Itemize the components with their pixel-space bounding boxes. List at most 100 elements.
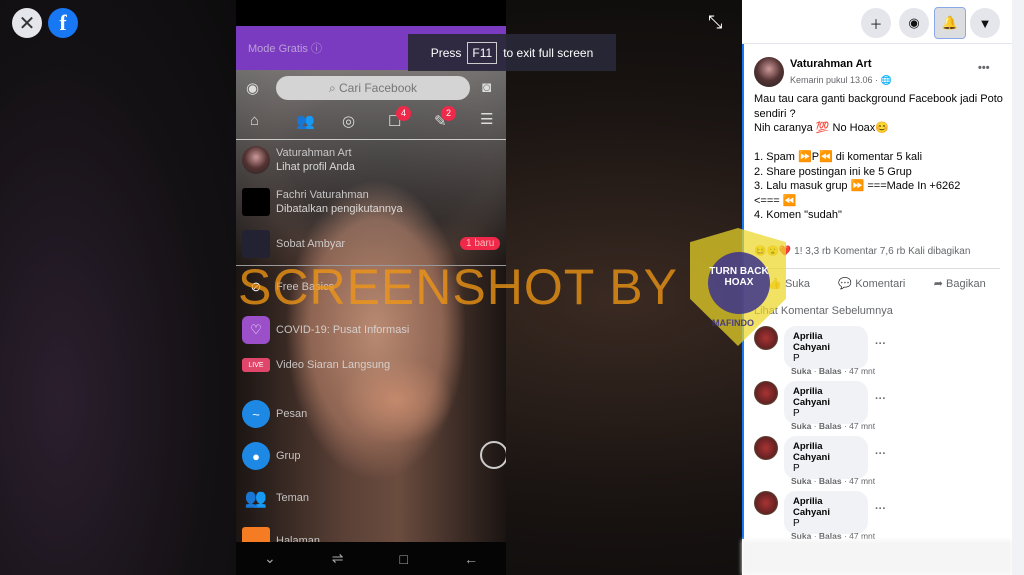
exit-fullscreen-icon[interactable]: ⤡ <box>708 12 722 33</box>
comment-text: P <box>793 408 800 419</box>
watermark-text: SCREENSHOT BY <box>238 259 678 315</box>
home-square-icon: □ <box>399 550 408 567</box>
globe-icon: 🌐 <box>880 75 892 85</box>
comment-meta: Suka · Balas · 47 mnt <box>791 476 876 486</box>
comment-bubble: Aprilia Cahyani P <box>784 436 868 479</box>
commenter-name[interactable]: Aprilia Cahyani <box>793 496 859 518</box>
post-time-text[interactable]: Kemarin pukul 13.06 · <box>790 75 878 85</box>
comment-options-icon[interactable]: ··· <box>875 393 886 405</box>
home-icon: ⌂ <box>250 112 260 129</box>
group-avatar <box>242 230 270 258</box>
divider <box>236 139 506 140</box>
author-name[interactable]: Vaturahman Art <box>790 58 872 70</box>
friends-icon: 👥 <box>296 113 315 130</box>
comment-bubble: Aprilia Cahyani P <box>784 491 868 534</box>
commenter-name[interactable]: Aprilia Cahyani <box>793 386 859 408</box>
post-line: Nih caranya 💯 No Hoax😊 <box>754 122 889 134</box>
comment-time[interactable]: 47 mnt <box>849 366 875 376</box>
comment-like[interactable]: Suka <box>791 476 811 486</box>
post-actions: 👍 Suka 💬 Komentari ➦ Bagikan <box>754 268 1000 290</box>
reaction-count[interactable]: 1! <box>794 246 802 257</box>
share-button[interactable]: ➦ Bagikan <box>934 277 986 290</box>
messenger-icon[interactable]: ◉ <box>899 8 929 38</box>
page-avatar <box>242 188 270 216</box>
plus-icon[interactable]: ＋ <box>861 8 891 38</box>
top-bar: ＋ ◉ 🔔 ▼ <box>742 0 1012 44</box>
friends-icon: 👥 <box>244 487 268 508</box>
menu-item-friends: 👥 Teman <box>242 484 309 512</box>
search-placeholder: Cari Facebook <box>339 81 418 95</box>
comment-text: P <box>793 463 800 474</box>
comment-time[interactable]: 47 mnt <box>849 421 875 431</box>
blurred-backdrop <box>0 0 236 575</box>
message-badge: 2 <box>441 106 456 121</box>
menu-item-profile: Vaturahman Art Lihat profil Anda <box>242 146 355 174</box>
comment-options-icon[interactable]: ··· <box>875 503 886 515</box>
menu-item-groups: ● Grup <box>242 442 300 470</box>
back-arrow-icon: ← <box>463 550 478 567</box>
commenter-avatar[interactable] <box>754 491 778 515</box>
turnbackhoax-seal: TURN BACK HOAX <box>708 252 770 314</box>
comment-text: P <box>793 353 800 364</box>
assistive-touch-ring <box>480 441 506 469</box>
post-time: Kemarin pukul 13.06 · 🌐 <box>790 75 892 86</box>
post-stats: 😆😮❤️ 1! 3,3 rb Komentar 7,6 rb Kali diba… <box>754 246 970 257</box>
bell-icon[interactable]: 🔔 <box>934 7 966 39</box>
comment-like[interactable]: Suka <box>791 421 811 431</box>
comment-options-icon[interactable]: ··· <box>875 448 886 460</box>
commenter-avatar[interactable] <box>754 381 778 405</box>
comment: Aprilia Cahyani P <box>754 381 868 424</box>
share-count[interactable]: 7,6 rb Kali dibagikan <box>880 246 971 257</box>
facebook-logo-icon[interactable]: f <box>48 8 78 38</box>
comment-like[interactable]: Suka <box>791 366 811 376</box>
avatar <box>242 146 270 174</box>
shield-icon: ♡ <box>242 316 270 344</box>
comment-reply[interactable]: Balas <box>819 366 842 376</box>
comment-count[interactable]: 3,3 rb Komentar <box>805 246 877 257</box>
messenger-icon: ◎ <box>342 113 356 130</box>
menu-item-fachri: Fachri Vaturahman Dibatalkan pengikutanny… <box>242 188 403 216</box>
comment-meta: Suka · Balas · 47 mnt <box>791 366 876 376</box>
search-input: ⌕ Cari Facebook <box>276 76 470 100</box>
status-text: Mode Gratis <box>248 43 308 55</box>
hint-pre: Press <box>430 45 462 60</box>
camera-icon: ◙ <box>482 79 492 96</box>
post-line: 1. Spam ⏩P⏪ di komentar 5 kali <box>754 151 923 163</box>
post-line: Mau tau cara ganti background Facebook j… <box>754 93 1003 120</box>
recent-apps-icon: ⇌ <box>331 550 344 566</box>
post-options-icon[interactable]: ••• <box>978 62 990 74</box>
post-line: 4. Komen "sudah" <box>754 209 842 221</box>
live-icon: LIVE <box>242 358 270 372</box>
post-body: Mau tau cara ganti background Facebook j… <box>754 92 1004 223</box>
profile-icon: ◉ <box>246 80 260 97</box>
comment-reply[interactable]: Balas <box>819 476 842 486</box>
commenter-name[interactable]: Aprilia Cahyani <box>793 441 859 463</box>
comment-button[interactable]: 💬 Komentari <box>838 277 905 290</box>
menu-item-covid: ♡ COVID-19: Pusat Informasi <box>242 316 409 344</box>
close-icon[interactable]: ✕ <box>12 8 42 38</box>
menu-item-live: LIVE Video Siaran Langsung <box>242 358 390 372</box>
scrollbar[interactable] <box>1012 0 1024 575</box>
comment-options-icon[interactable]: ··· <box>875 338 886 350</box>
commenter-avatar[interactable] <box>754 436 778 460</box>
post-line: 2. Share postingan ini ke 5 Grup <box>754 165 912 178</box>
comment-reply[interactable]: Balas <box>819 421 842 431</box>
fullscreen-hint: Press F11 to exit full screen <box>408 34 616 71</box>
comment: Aprilia Cahyani P <box>754 436 868 479</box>
comment-text: P <box>793 518 800 529</box>
hint-post: to exit full screen <box>503 45 594 60</box>
comment-time[interactable]: 47 mnt <box>849 476 875 486</box>
commenter-avatar[interactable] <box>754 326 778 350</box>
android-nav-bar: ⌄ ⇌ □ ← <box>236 542 506 575</box>
post-line: 3. Lalu masuk grup ⏩ ===Made In +6262 <box>754 180 961 192</box>
author-avatar[interactable] <box>754 57 784 87</box>
comment-bubble: Aprilia Cahyani P <box>784 326 868 369</box>
comment-input-blurred[interactable] <box>742 540 1012 575</box>
comment: Aprilia Cahyani P <box>754 326 868 369</box>
commenter-name[interactable]: Aprilia Cahyani <box>793 331 859 353</box>
post-line: <=== ⏪ <box>754 194 797 207</box>
notification-badge: 4 <box>396 106 411 121</box>
comment-bubble: Aprilia Cahyani P <box>784 381 868 424</box>
caret-down-icon[interactable]: ▼ <box>970 8 1000 38</box>
